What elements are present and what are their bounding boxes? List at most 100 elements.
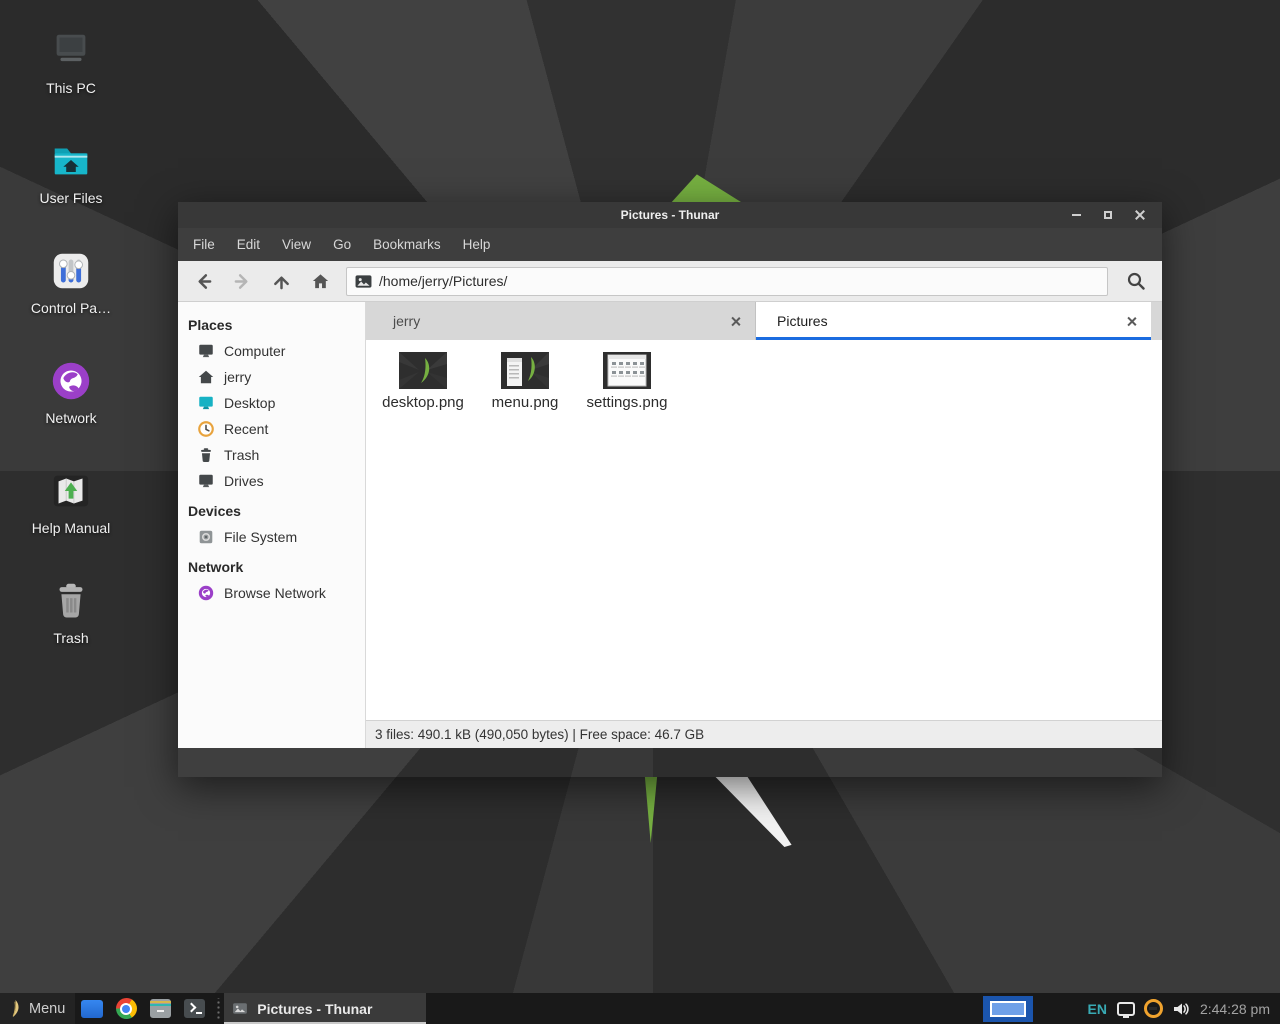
menu-file[interactable]: File — [182, 228, 226, 261]
sidebar-item-computer[interactable]: Computer — [178, 338, 365, 364]
computer-icon — [197, 342, 215, 360]
status-bar: 3 files: 490.1 kB (490,050 bytes) | Free… — [366, 720, 1162, 748]
back-icon — [194, 272, 213, 291]
chrome-icon — [116, 998, 137, 1019]
trash-icon — [197, 446, 215, 464]
image-icon — [355, 274, 372, 289]
keyboard-layout-indicator[interactable]: EN — [1087, 1001, 1106, 1017]
menu-go[interactable]: Go — [322, 228, 362, 261]
tab-label: Pictures — [777, 313, 828, 329]
maximize-button[interactable] — [1092, 202, 1124, 228]
sidebar-item-recent[interactable]: Recent — [178, 416, 365, 442]
forward-button[interactable] — [223, 265, 262, 298]
sidebar-item-desktop[interactable]: Desktop — [178, 390, 365, 416]
launcher-file-manager[interactable] — [143, 993, 177, 1024]
files-pane: jerry Pictures — [366, 302, 1162, 748]
up-icon — [272, 272, 291, 291]
window-titlebar[interactable]: Pictures - Thunar — [178, 202, 1162, 228]
clock[interactable]: 2:44:28 pm — [1200, 1001, 1270, 1017]
path-text: /home/jerry/Pictures/ — [379, 273, 507, 289]
minimize-icon — [1072, 214, 1081, 216]
menu-bookmarks[interactable]: Bookmarks — [362, 228, 452, 261]
file-settings-png[interactable]: settings.png — [576, 352, 678, 411]
launcher-terminal[interactable] — [177, 993, 211, 1024]
menubar: File Edit View Go Bookmarks Help — [178, 228, 1162, 261]
sidebar-item-label: Browse Network — [224, 585, 326, 601]
workspace-pager[interactable] — [983, 996, 1033, 1022]
menu-button[interactable]: Menu — [0, 993, 75, 1024]
display-tray-icon[interactable] — [1117, 1002, 1135, 1016]
tab-pictures[interactable]: Pictures — [756, 302, 1151, 340]
menu-view[interactable]: View — [271, 228, 322, 261]
close-icon — [1135, 210, 1145, 220]
back-button[interactable] — [184, 265, 223, 298]
image-thumbnail — [399, 352, 447, 389]
file-name: menu.png — [492, 394, 559, 411]
recent-clock-icon — [197, 420, 215, 438]
close-button[interactable] — [1124, 202, 1156, 228]
home-folder-icon — [48, 138, 94, 184]
menu-help[interactable]: Help — [452, 228, 502, 261]
workspace-1[interactable] — [990, 1001, 1026, 1017]
trash-icon — [48, 578, 94, 624]
image-icon — [232, 1002, 248, 1015]
toolbar: /home/jerry/Pictures/ — [178, 261, 1162, 302]
taskbar-grip-handle[interactable] — [215, 998, 222, 1020]
status-text: 3 files: 490.1 kB (490,050 bytes) | Free… — [375, 727, 704, 742]
desktop-icon-label: User Files — [39, 190, 102, 206]
sidebar-item-trash[interactable]: Trash — [178, 442, 365, 468]
launcher-chrome[interactable] — [109, 993, 143, 1024]
launcher-show-desktop[interactable] — [75, 993, 109, 1024]
up-button[interactable] — [262, 265, 301, 298]
desktop-icon-network[interactable]: Network — [16, 354, 126, 464]
desktop-icon-this-pc[interactable]: This PC — [16, 24, 126, 134]
desktop-icon-help-manual[interactable]: Help Manual — [16, 464, 126, 574]
desktop-icon-user-files[interactable]: User Files — [16, 134, 126, 244]
menu-button-label: Menu — [29, 1001, 65, 1017]
file-list[interactable]: desktop.png menu.p — [366, 340, 1162, 720]
close-icon — [731, 317, 740, 326]
window-title: Pictures - Thunar — [178, 208, 1162, 222]
forward-icon — [233, 272, 252, 291]
desktop-window-icon — [81, 1000, 103, 1018]
taskbar-window-label: Pictures - Thunar — [257, 1001, 372, 1017]
desktop-icon-label: Trash — [53, 630, 88, 646]
tab-jerry[interactable]: jerry — [366, 302, 756, 340]
sidebar-header-network: Network — [178, 550, 365, 580]
tab-close-button[interactable] — [727, 313, 743, 329]
home-button[interactable] — [301, 265, 340, 298]
volume-icon[interactable] — [1172, 1001, 1190, 1017]
desktop-icon-control-panel[interactable]: Control Pa… — [16, 244, 126, 354]
file-name: desktop.png — [382, 394, 464, 411]
sidebar-item-file-system[interactable]: File System — [178, 524, 365, 550]
search-button[interactable] — [1116, 265, 1156, 298]
image-thumbnail — [603, 352, 651, 389]
taskbar-window-button[interactable]: Pictures - Thunar — [224, 993, 426, 1024]
sidebar-item-label: Drives — [224, 473, 264, 489]
sidebar-item-jerry[interactable]: jerry — [178, 364, 365, 390]
sidebar-item-label: File System — [224, 529, 297, 545]
desktop-icon — [197, 394, 215, 412]
maximize-icon — [1104, 211, 1112, 219]
system-tray: EN 2:44:28 pm — [1087, 993, 1280, 1024]
update-manager-icon[interactable] — [1144, 999, 1163, 1018]
sidebar-item-drives[interactable]: Drives — [178, 468, 365, 494]
search-icon — [1126, 271, 1146, 291]
sidebar: Places Computer jerry Desktop Recent Tra… — [178, 302, 366, 748]
file-menu-png[interactable]: menu.png — [474, 352, 576, 411]
image-thumbnail — [501, 352, 549, 389]
globe-icon — [197, 584, 215, 602]
menu-edit[interactable]: Edit — [226, 228, 271, 261]
desktop-icon-label: This PC — [46, 80, 96, 96]
path-bar[interactable]: /home/jerry/Pictures/ — [346, 267, 1108, 296]
sidebar-item-label: Computer — [224, 343, 285, 359]
window-content: Places Computer jerry Desktop Recent Tra… — [178, 302, 1162, 748]
laptop-icon — [48, 28, 94, 74]
minimize-button[interactable] — [1060, 202, 1092, 228]
thunar-window: Pictures - Thunar File Edit View Go Book… — [178, 202, 1162, 777]
desktop-icon-trash[interactable]: Trash — [16, 574, 126, 684]
file-desktop-png[interactable]: desktop.png — [372, 352, 474, 411]
tab-close-button[interactable] — [1123, 313, 1139, 329]
map-book-icon — [48, 468, 94, 514]
sidebar-item-browse-network[interactable]: Browse Network — [178, 580, 365, 606]
